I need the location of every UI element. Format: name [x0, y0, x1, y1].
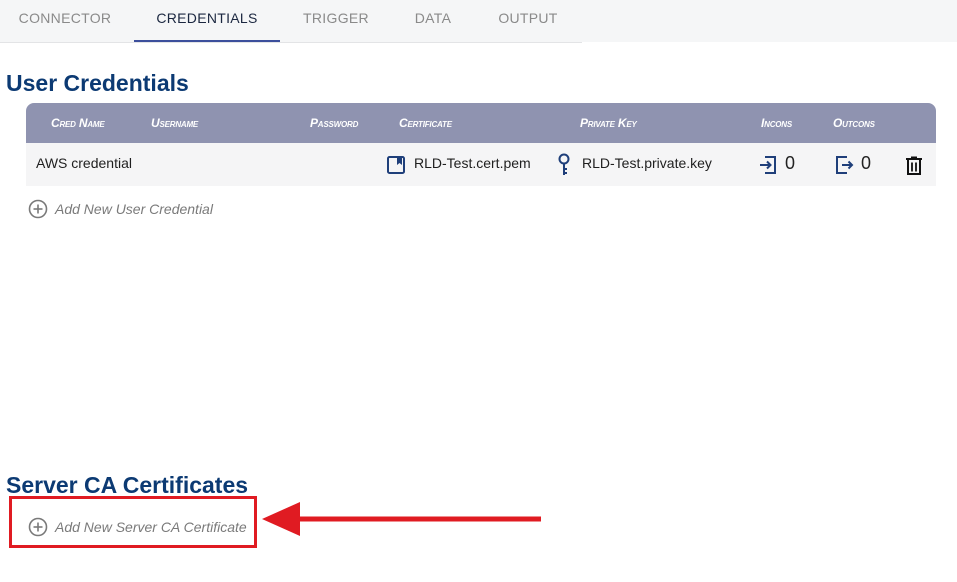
annotation-highlight-box — [9, 496, 257, 548]
private-key-cell[interactable]: RLD-Test.private.key — [582, 143, 712, 186]
incons-icon[interactable] — [758, 155, 778, 175]
column-header-certificate[interactable]: Certificate — [399, 116, 452, 130]
credentials-table-header: Cred Name Username Password Certificate … — [26, 103, 936, 143]
user-credentials-title: User Credentials — [6, 70, 189, 96]
outcons-icon[interactable] — [834, 155, 854, 175]
cred-name-cell[interactable]: AWS credential — [36, 143, 132, 186]
tab-connector[interactable]: CONNECTOR — [0, 0, 130, 42]
trash-icon[interactable] — [905, 156, 923, 175]
tab-bar-divider — [0, 42, 582, 43]
incons-count: 0 — [785, 153, 796, 173]
active-tab-indicator — [134, 40, 280, 42]
server-ca-certificates-title: Server CA Certificates — [6, 472, 249, 498]
key-icon[interactable] — [557, 153, 571, 177]
column-header-password[interactable]: Password — [310, 116, 358, 130]
tab-trigger[interactable]: TRIGGER — [290, 0, 382, 42]
column-header-outcons[interactable]: Outcons — [833, 116, 875, 130]
tab-output[interactable]: OUTPUT — [484, 0, 572, 42]
annotation-arrow-icon — [262, 502, 541, 536]
add-circle-icon — [28, 199, 48, 219]
column-header-private-key[interactable]: Private Key — [580, 116, 637, 130]
table-row: AWS credential RLD-Test.cert.pem RLD-Tes… — [26, 143, 936, 186]
add-user-credential-label: Add New User Credential — [55, 201, 213, 217]
column-header-cred-name[interactable]: Cred Name — [51, 116, 105, 130]
tab-data[interactable]: DATA — [392, 0, 474, 42]
column-header-incons[interactable]: Incons — [761, 116, 792, 130]
column-header-username[interactable]: Username — [151, 116, 198, 130]
tab-credentials[interactable]: CREDENTIALS — [134, 0, 280, 42]
outcons-count: 0 — [861, 153, 872, 173]
certificate-cell[interactable]: RLD-Test.cert.pem — [414, 143, 531, 186]
certificate-icon[interactable] — [386, 155, 406, 175]
